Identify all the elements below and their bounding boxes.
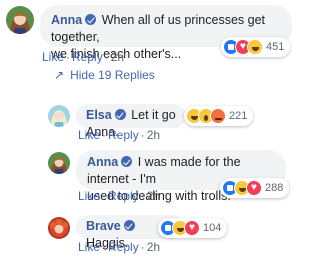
reply-link[interactable]: Reply <box>108 240 139 254</box>
reply-reactions-elsa[interactable]: 221 <box>184 106 254 126</box>
haha-reaction-icon <box>247 39 263 55</box>
reply-author[interactable]: Anna <box>87 155 118 169</box>
reply-bubble-elsa: Elsa Let it go Anna. <box>76 104 186 139</box>
avatar-anna[interactable] <box>6 6 34 34</box>
reply-author[interactable]: Elsa <box>86 108 112 122</box>
avatar-brave[interactable] <box>48 217 70 239</box>
reply-actions-elsa: Like · Reply · 2h <box>78 128 161 142</box>
reply-author[interactable]: Brave <box>86 219 121 233</box>
like-link[interactable]: Like <box>78 128 100 142</box>
reply-link[interactable]: Reply <box>72 50 103 64</box>
comment-reaction-count: 451 <box>266 41 285 53</box>
reply-reactions-brave[interactable]: 104 <box>158 218 228 238</box>
reply-reaction-count: 221 <box>229 110 248 122</box>
hide-replies-link[interactable]: ↗ Hide 19 Replies <box>54 68 155 82</box>
verified-badge-icon <box>121 156 133 167</box>
reply-actions-anna: Like · Reply · 2h <box>78 189 161 203</box>
comment-actions: Like · Reply · 2h <box>42 50 125 64</box>
reply-actions-brave: Like · Reply · 2h <box>78 240 161 254</box>
comment-time[interactable]: 2h <box>111 50 124 64</box>
like-link[interactable]: Like <box>78 189 100 203</box>
verified-badge-icon <box>85 14 97 25</box>
comment-author[interactable]: Anna <box>51 13 82 27</box>
hide-replies-label: Hide 19 Replies <box>70 68 155 82</box>
reply-time[interactable]: 2h <box>147 189 160 203</box>
love-reaction-icon <box>184 220 200 236</box>
reply-time[interactable]: 2h <box>147 128 160 142</box>
avatar-anna-reply[interactable] <box>48 152 70 174</box>
verified-badge-icon <box>123 220 135 231</box>
verified-badge-icon <box>114 109 126 120</box>
arrow-icon: ↗ <box>54 68 65 82</box>
reply-link[interactable]: Reply <box>108 128 139 142</box>
reply-time[interactable]: 2h <box>147 240 160 254</box>
comment-reactions[interactable]: 451 <box>221 37 291 57</box>
like-link[interactable]: Like <box>42 50 64 64</box>
reply-reaction-count: 104 <box>203 222 222 234</box>
avatar-elsa[interactable] <box>48 105 70 127</box>
reply-reaction-count: 288 <box>265 182 284 194</box>
reply-reactions-anna[interactable]: 288 <box>220 178 290 198</box>
angry-reaction-icon <box>210 108 226 124</box>
reply-link[interactable]: Reply <box>108 189 139 203</box>
like-link[interactable]: Like <box>78 240 100 254</box>
love-reaction-icon <box>246 180 262 196</box>
